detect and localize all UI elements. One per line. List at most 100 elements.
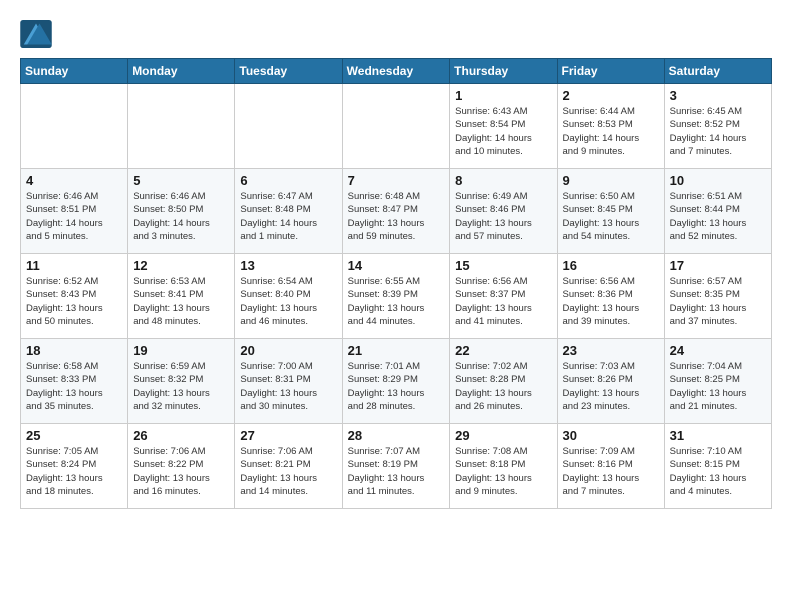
calendar-cell: 13 Sunrise: 6:54 AM Sunset: 8:40 PM Dayli… — [235, 254, 342, 339]
calendar-header: SundayMondayTuesdayWednesdayThursdayFrid… — [21, 59, 772, 84]
calendar-cell: 7Sunrise: 6:48 AM Sunset: 8:47 PM Daylig… — [342, 169, 450, 254]
day-number: 26 — [133, 428, 229, 443]
calendar-cell: 23Sunrise: 7:03 AM Sunset: 8:26 PM Dayli… — [557, 339, 664, 424]
day-number: 11 — [26, 258, 122, 273]
calendar-week-3: 11 Sunrise: 6:52 AM Sunset: 8:43 PM Dayli… — [21, 254, 772, 339]
weekday-header-row: SundayMondayTuesdayWednesdayThursdayFrid… — [21, 59, 772, 84]
day-info: Sunrise: 6:46 AM Sunset: 8:51 PM Dayligh… — [26, 190, 122, 243]
day-info: Sunrise: 6:52 AM Sunset: 8:43 PM Dayligh… — [26, 275, 122, 328]
day-number: 8 — [455, 173, 551, 188]
day-info: Sunrise: 7:06 AM Sunset: 8:22 PM Dayligh… — [133, 445, 229, 498]
day-number: 5 — [133, 173, 229, 188]
day-number: 10 — [670, 173, 766, 188]
day-info: Sunrise: 6:56 AM Sunset: 8:36 PM Dayligh… — [563, 275, 659, 328]
day-number: 12 — [133, 258, 229, 273]
day-number: 1 — [455, 88, 551, 103]
calendar-cell — [21, 84, 128, 169]
day-info: Sunrise: 6:55 AM Sunset: 8:39 PM Dayligh… — [348, 275, 445, 328]
day-info: Sunrise: 6:51 AM Sunset: 8:44 PM Dayligh… — [670, 190, 766, 243]
day-info: Sunrise: 7:05 AM Sunset: 8:24 PM Dayligh… — [26, 445, 122, 498]
weekday-header-wednesday: Wednesday — [342, 59, 450, 84]
header — [20, 20, 772, 48]
day-number: 25 — [26, 428, 122, 443]
day-number: 27 — [240, 428, 336, 443]
day-number: 29 — [455, 428, 551, 443]
calendar-cell: 9 Sunrise: 6:50 AM Sunset: 8:45 PM Daylig… — [557, 169, 664, 254]
weekday-header-thursday: Thursday — [450, 59, 557, 84]
day-info: Sunrise: 6:50 AM Sunset: 8:45 PM Dayligh… — [563, 190, 659, 243]
weekday-header-friday: Friday — [557, 59, 664, 84]
day-number: 23 — [563, 343, 659, 358]
calendar-cell: 10 Sunrise: 6:51 AM Sunset: 8:44 PM Dayli… — [664, 169, 771, 254]
calendar-cell: 8 Sunrise: 6:49 AM Sunset: 8:46 PM Daylig… — [450, 169, 557, 254]
day-info: Sunrise: 7:04 AM Sunset: 8:25 PM Dayligh… — [670, 360, 766, 413]
day-info: Sunrise: 6:58 AM Sunset: 8:33 PM Dayligh… — [26, 360, 122, 413]
day-info: Sunrise: 6:47 AM Sunset: 8:48 PM Dayligh… — [240, 190, 336, 243]
day-info: Sunrise: 7:00 AM Sunset: 8:31 PM Dayligh… — [240, 360, 336, 413]
day-number: 30 — [563, 428, 659, 443]
calendar-cell: 26 Sunrise: 7:06 AM Sunset: 8:22 PM Dayli… — [128, 424, 235, 509]
day-number: 6 — [240, 173, 336, 188]
day-number: 13 — [240, 258, 336, 273]
calendar-cell: 15 Sunrise: 6:56 AM Sunset: 8:37 PM Dayli… — [450, 254, 557, 339]
calendar-cell: 25 Sunrise: 7:05 AM Sunset: 8:24 PM Dayli… — [21, 424, 128, 509]
day-number: 19 — [133, 343, 229, 358]
calendar-week-5: 25 Sunrise: 7:05 AM Sunset: 8:24 PM Dayli… — [21, 424, 772, 509]
calendar-cell: 11 Sunrise: 6:52 AM Sunset: 8:43 PM Dayli… — [21, 254, 128, 339]
calendar-cell — [128, 84, 235, 169]
logo — [20, 20, 56, 48]
logo-icon — [20, 20, 52, 48]
day-info: Sunrise: 6:43 AM Sunset: 8:54 PM Dayligh… — [455, 105, 551, 158]
day-info: Sunrise: 6:45 AM Sunset: 8:52 PM Dayligh… — [670, 105, 766, 158]
calendar-cell: 24 Sunrise: 7:04 AM Sunset: 8:25 PM Dayli… — [664, 339, 771, 424]
calendar-cell: 20 Sunrise: 7:00 AM Sunset: 8:31 PM Dayli… — [235, 339, 342, 424]
calendar-cell: 18 Sunrise: 6:58 AM Sunset: 8:33 PM Dayli… — [21, 339, 128, 424]
calendar-cell: 30 Sunrise: 7:09 AM Sunset: 8:16 PM Dayli… — [557, 424, 664, 509]
day-info: Sunrise: 6:54 AM Sunset: 8:40 PM Dayligh… — [240, 275, 336, 328]
day-number: 9 — [563, 173, 659, 188]
calendar-cell: 22 Sunrise: 7:02 AM Sunset: 8:28 PM Dayli… — [450, 339, 557, 424]
day-info: Sunrise: 6:49 AM Sunset: 8:46 PM Dayligh… — [455, 190, 551, 243]
day-number: 21 — [348, 343, 445, 358]
day-number: 14 — [348, 258, 445, 273]
calendar: SundayMondayTuesdayWednesdayThursdayFrid… — [20, 58, 772, 509]
calendar-cell: 27 Sunrise: 7:06 AM Sunset: 8:21 PM Dayli… — [235, 424, 342, 509]
calendar-week-1: 1 Sunrise: 6:43 AM Sunset: 8:54 PM Daylig… — [21, 84, 772, 169]
calendar-cell: 16 Sunrise: 6:56 AM Sunset: 8:36 PM Dayli… — [557, 254, 664, 339]
day-number: 2 — [563, 88, 659, 103]
day-number: 20 — [240, 343, 336, 358]
day-number: 15 — [455, 258, 551, 273]
day-info: Sunrise: 7:06 AM Sunset: 8:21 PM Dayligh… — [240, 445, 336, 498]
day-number: 16 — [563, 258, 659, 273]
day-number: 18 — [26, 343, 122, 358]
calendar-cell: 17 Sunrise: 6:57 AM Sunset: 8:35 PM Dayli… — [664, 254, 771, 339]
day-info: Sunrise: 6:57 AM Sunset: 8:35 PM Dayligh… — [670, 275, 766, 328]
calendar-cell: 1 Sunrise: 6:43 AM Sunset: 8:54 PM Daylig… — [450, 84, 557, 169]
calendar-cell: 2Sunrise: 6:44 AM Sunset: 8:53 PM Daylig… — [557, 84, 664, 169]
day-info: Sunrise: 7:08 AM Sunset: 8:18 PM Dayligh… — [455, 445, 551, 498]
day-info: Sunrise: 7:02 AM Sunset: 8:28 PM Dayligh… — [455, 360, 551, 413]
calendar-cell: 29 Sunrise: 7:08 AM Sunset: 8:18 PM Dayli… — [450, 424, 557, 509]
day-number: 31 — [670, 428, 766, 443]
day-info: Sunrise: 7:09 AM Sunset: 8:16 PM Dayligh… — [563, 445, 659, 498]
calendar-cell: 19Sunrise: 6:59 AM Sunset: 8:32 PM Dayli… — [128, 339, 235, 424]
day-info: Sunrise: 7:01 AM Sunset: 8:29 PM Dayligh… — [348, 360, 445, 413]
weekday-header-monday: Monday — [128, 59, 235, 84]
calendar-cell: 4Sunrise: 6:46 AM Sunset: 8:51 PM Daylig… — [21, 169, 128, 254]
day-info: Sunrise: 6:56 AM Sunset: 8:37 PM Dayligh… — [455, 275, 551, 328]
calendar-cell — [342, 84, 450, 169]
weekday-header-tuesday: Tuesday — [235, 59, 342, 84]
calendar-week-4: 18 Sunrise: 6:58 AM Sunset: 8:33 PM Dayli… — [21, 339, 772, 424]
day-number: 17 — [670, 258, 766, 273]
calendar-cell: 12Sunrise: 6:53 AM Sunset: 8:41 PM Dayli… — [128, 254, 235, 339]
day-info: Sunrise: 6:46 AM Sunset: 8:50 PM Dayligh… — [133, 190, 229, 243]
day-info: Sunrise: 7:10 AM Sunset: 8:15 PM Dayligh… — [670, 445, 766, 498]
calendar-cell: 14 Sunrise: 6:55 AM Sunset: 8:39 PM Dayli… — [342, 254, 450, 339]
day-number: 3 — [670, 88, 766, 103]
day-info: Sunrise: 6:48 AM Sunset: 8:47 PM Dayligh… — [348, 190, 445, 243]
day-info: Sunrise: 7:07 AM Sunset: 8:19 PM Dayligh… — [348, 445, 445, 498]
day-number: 24 — [670, 343, 766, 358]
weekday-header-sunday: Sunday — [21, 59, 128, 84]
calendar-cell: 6 Sunrise: 6:47 AM Sunset: 8:48 PM Daylig… — [235, 169, 342, 254]
day-number: 22 — [455, 343, 551, 358]
